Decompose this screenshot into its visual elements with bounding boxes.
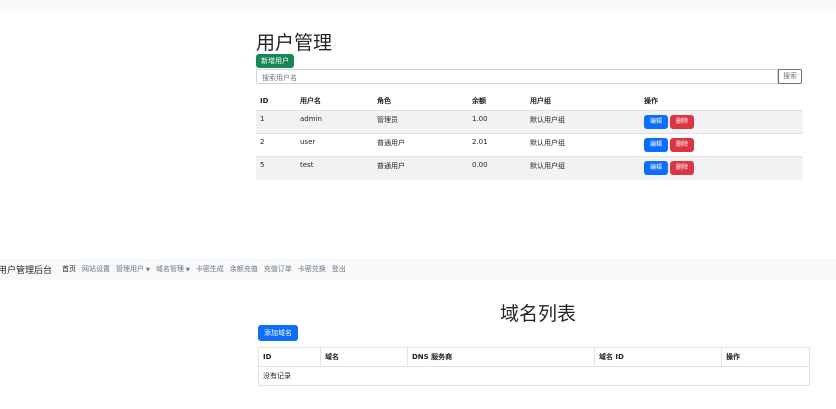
table-row: 没有记录 [258,366,810,386]
nav-item-recharge-orders[interactable]: 充值订单 [264,264,292,274]
cell-actions: 编辑 删除 [640,133,803,157]
cell-role: 普通用户 [373,156,468,180]
table-header-row: ID 域名 DNS 服务商 域名 ID 操作 [258,347,810,367]
nav-item-card-generate[interactable]: 卡密生成 [196,264,224,274]
nav-item-logout[interactable]: 登出 [332,264,346,274]
page-title-domains: 域名列表 [500,303,577,325]
col-domain-id: 域名 ID [594,347,722,367]
top-navbar-cut [0,0,836,9]
caret-down-icon: ▼ [146,267,150,273]
cell-balance: 1.00 [468,110,526,134]
cell-group: 默认用户组 [526,156,640,180]
nav-item-manage-users-wrap[interactable]: 管理用户 ▼ [116,264,150,274]
col-dns-provider: DNS 服务商 [407,347,595,367]
col-role: 角色 [373,92,468,111]
col-balance: 余额 [468,92,526,111]
nav-item-balance-recharge[interactable]: 余额充值 [230,264,258,274]
delete-button[interactable]: 删除 [670,115,694,129]
users-table: ID 用户名 角色 余额 用户组 操作 1 admin 管理员 1.00 默认用… [256,92,803,180]
cell-actions: 编辑 删除 [640,156,803,180]
edit-button[interactable]: 编辑 [644,138,668,152]
cell-username: user [296,133,373,157]
nav-item-site-settings[interactable]: 网站设置 [82,264,110,274]
nav-item-card-redeem[interactable]: 卡密兑换 [298,264,326,274]
col-actions: 操作 [721,347,810,367]
cell-group: 默认用户组 [526,133,640,157]
caret-down-icon: ▼ [185,267,190,273]
nav-item-domain-management: 域名管理 [155,265,184,273]
page-title-users: 用户管理 [256,32,333,54]
cell-group: 默认用户组 [526,110,640,134]
cell-id: 5 [256,156,296,180]
delete-button[interactable]: 删除 [670,138,694,152]
nav-item-home[interactable]: 首页 [62,264,76,274]
cell-id: 1 [256,110,296,134]
add-domain-button[interactable]: 添加域名 [258,325,298,341]
col-id: ID [256,92,296,111]
cell-username: admin [296,110,373,134]
search-input[interactable]: 搜索用户名 [256,69,778,84]
col-domain: 域名 [320,347,408,367]
table-row: 1 admin 管理员 1.00 默认用户组 编辑 删除 [256,110,803,134]
cell-username: test [296,156,373,180]
nav-item-manage-users: 管理用户 [116,265,145,273]
cell-role: 管理员 [373,110,468,134]
nav-item-domain-management-wrap[interactable]: 域名管理 ▼ [156,264,190,274]
navbar-brand[interactable]: 用户管理后台 [0,263,52,276]
cell-role: 普通用户 [373,133,468,157]
table-row: 2 user 普通用户 2.01 默认用户组 编辑 删除 [256,133,803,157]
edit-button[interactable]: 编辑 [644,161,668,175]
cell-balance: 2.01 [468,133,526,157]
cell-balance: 0.00 [468,156,526,180]
add-user-button[interactable]: 新增用户 [256,54,294,68]
col-actions: 操作 [640,92,803,111]
search-button[interactable]: 搜索 [778,69,802,84]
empty-row-text: 没有记录 [258,366,810,386]
edit-button[interactable]: 编辑 [644,115,668,129]
table-row: 5 test 普通用户 0.00 默认用户组 编辑 删除 [256,156,803,180]
page: 用户管理 新增用户 搜索用户名 搜索 ID 用户名 角色 余额 用户组 操作 1… [0,0,836,409]
table-header-row: ID 用户名 角色 余额 用户组 操作 [256,92,803,111]
cell-actions: 编辑 删除 [640,110,803,134]
delete-button[interactable]: 删除 [670,161,694,175]
domains-table: ID 域名 DNS 服务商 域名 ID 操作 没有记录 [258,347,810,386]
col-username: 用户名 [296,92,373,111]
col-id: ID [258,347,321,367]
navbar: 用户管理后台 首页 网站设置 管理用户 ▼ 域名管理 ▼ 卡密生成 余额充值 充值订… [0,258,836,280]
cell-id: 2 [256,133,296,157]
col-group: 用户组 [526,92,640,111]
